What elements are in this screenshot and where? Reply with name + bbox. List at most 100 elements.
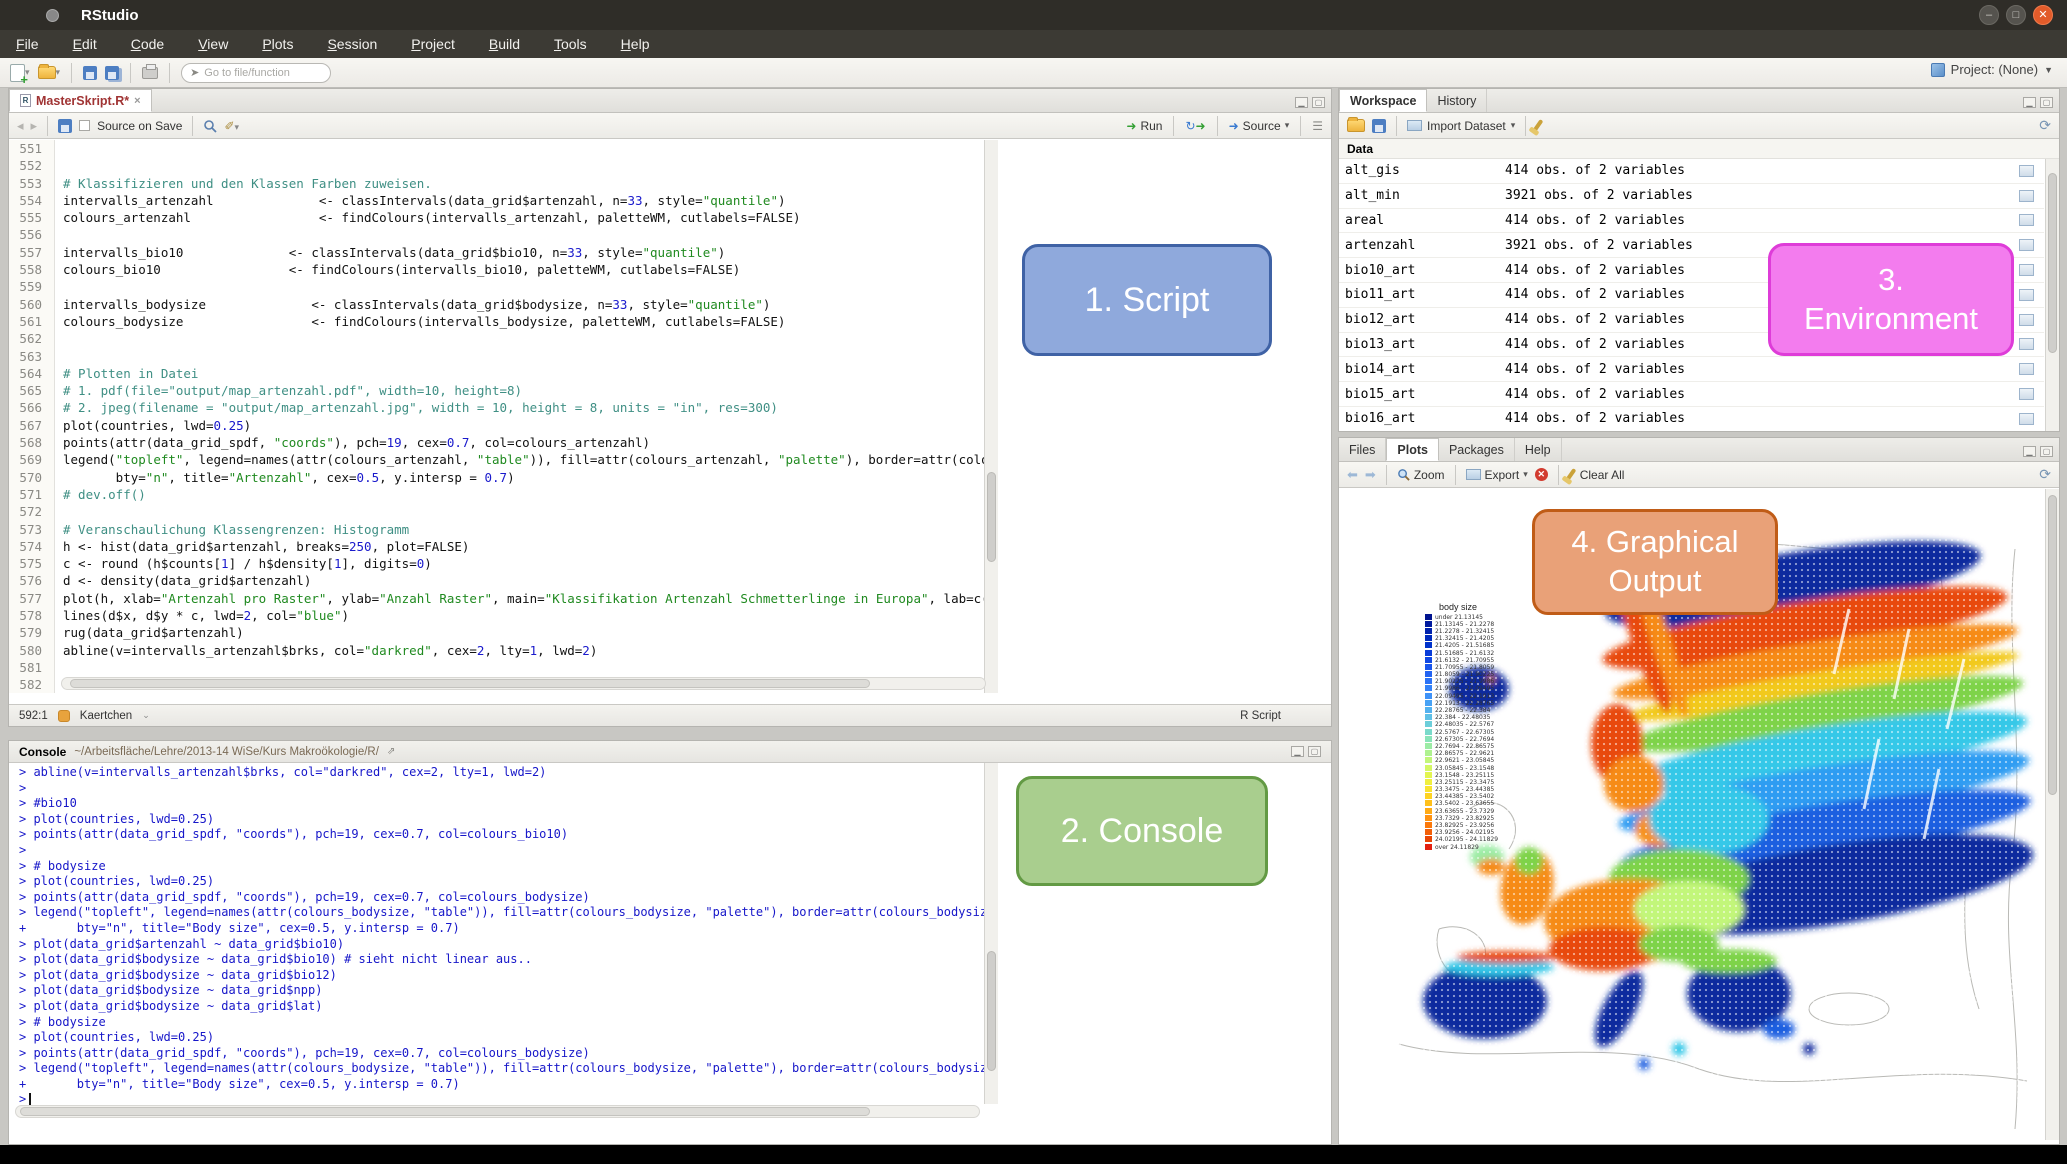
- view-data-grid-icon[interactable]: [2019, 363, 2034, 375]
- print-button[interactable]: [142, 63, 158, 83]
- tab-close-icon[interactable]: ×: [134, 95, 140, 107]
- import-dataset-button[interactable]: Import Dataset ▾: [1407, 119, 1515, 133]
- tab-workspace[interactable]: Workspace: [1339, 89, 1427, 112]
- menu-item[interactable]: Plots: [262, 36, 293, 52]
- console-output[interactable]: > abline(v=intervalls_artenzahl$brks, co…: [9, 763, 987, 1144]
- legend-swatch: [1425, 642, 1432, 648]
- previous-plot-icon[interactable]: ⬅: [1347, 467, 1358, 483]
- forward-icon[interactable]: ▸: [31, 118, 38, 134]
- view-data-grid-icon[interactable]: [2019, 264, 2034, 276]
- refresh-icon[interactable]: ⟳: [2039, 466, 2051, 483]
- legend-entry: 24.02195 - 24.11829: [1425, 836, 1545, 843]
- next-plot-icon[interactable]: ➡: [1365, 467, 1376, 483]
- view-data-grid-icon[interactable]: [2019, 338, 2034, 350]
- clear-all-broom-icon[interactable]: [1565, 468, 1576, 481]
- document-outline-icon[interactable]: ☰: [1312, 119, 1323, 133]
- menu-item[interactable]: Edit: [73, 36, 97, 52]
- view-data-grid-icon[interactable]: [2019, 413, 2034, 425]
- minimize-pane-icon[interactable]: ▁: [2023, 97, 2036, 108]
- workspace-object-row[interactable]: bio14_art 414 obs. of 2 variables: [1339, 357, 2044, 382]
- source-button[interactable]: ➜ Source ▾: [1229, 119, 1290, 133]
- legend-label: 22.5767 - 22.67305: [1435, 728, 1494, 735]
- open-in-files-icon[interactable]: ⇗: [387, 746, 395, 757]
- legend-swatch: [1425, 750, 1432, 756]
- menu-item[interactable]: Session: [327, 36, 377, 52]
- minimize-pane-icon[interactable]: ▁: [1291, 746, 1304, 757]
- remove-plot-icon[interactable]: ✕: [1535, 468, 1548, 481]
- maximize-button[interactable]: □: [2006, 5, 2026, 25]
- back-icon[interactable]: ◂: [17, 118, 24, 134]
- view-data-grid-icon[interactable]: [2019, 214, 2034, 226]
- tab-files[interactable]: Files: [1339, 438, 1386, 461]
- workspace-object-row[interactable]: alt_gis 414 obs. of 2 variables: [1339, 159, 2044, 184]
- minimize-pane-icon[interactable]: ▁: [1295, 97, 1308, 108]
- maximize-pane-icon[interactable]: ▢: [1308, 746, 1321, 757]
- menu-item[interactable]: Tools: [554, 36, 587, 52]
- menu-item[interactable]: Project: [411, 36, 455, 52]
- code-editor[interactable]: 551 552 553 # Klassifizieren und den Kla…: [9, 140, 987, 693]
- scope-selector[interactable]: Kaertchen: [80, 710, 132, 722]
- open-file-button[interactable]: ▾: [38, 63, 61, 83]
- goto-arrow-icon: ➤: [190, 66, 199, 79]
- export-plot-button[interactable]: Export ▾: [1466, 468, 1528, 482]
- workspace-object-row[interactable]: areal 414 obs. of 2 variables: [1339, 209, 2044, 234]
- save-icon[interactable]: [58, 119, 72, 133]
- minimize-pane-icon[interactable]: ▁: [2023, 446, 2036, 457]
- editor-horizontal-scrollbar[interactable]: [61, 677, 986, 690]
- workspace-vertical-scrollbar[interactable]: [2045, 159, 2059, 431]
- save-all-button[interactable]: [105, 63, 119, 83]
- editor-vertical-scrollbar[interactable]: [984, 140, 998, 693]
- console-horizontal-scrollbar[interactable]: [15, 1105, 980, 1118]
- goto-file-input[interactable]: ➤ Go to file/function: [181, 63, 331, 83]
- run-button[interactable]: ➜ Run: [1126, 119, 1162, 133]
- minimize-button[interactable]: –: [1979, 5, 1999, 25]
- menu-item[interactable]: File: [16, 36, 39, 52]
- view-data-grid-icon[interactable]: [2019, 388, 2034, 400]
- tab-history[interactable]: History: [1427, 89, 1487, 112]
- console-vertical-scrollbar[interactable]: [984, 763, 998, 1104]
- view-data-grid-icon[interactable]: [2019, 190, 2034, 202]
- view-data-grid-icon[interactable]: [2019, 165, 2034, 177]
- plots-vertical-scrollbar[interactable]: [2045, 489, 2059, 1140]
- workspace-object-row[interactable]: bio15_art 414 obs. of 2 variables: [1339, 382, 2044, 407]
- project-selector[interactable]: Project: (None) ▼: [1931, 62, 2053, 77]
- workspace-object-row[interactable]: bio16_art 414 obs. of 2 variables: [1339, 407, 2044, 431]
- menu-item[interactable]: Code: [131, 36, 164, 52]
- tab-plots[interactable]: Plots: [1386, 438, 1439, 461]
- maximize-pane-icon[interactable]: ▢: [2040, 446, 2053, 457]
- code-line: 573 # Veranschaulichung Klassengrenzen: …: [9, 521, 987, 538]
- legend-swatch: [1425, 729, 1432, 735]
- view-data-grid-icon[interactable]: [2019, 239, 2034, 251]
- source-on-save-checkbox[interactable]: [79, 120, 90, 131]
- file-type-selector[interactable]: R Script: [1240, 710, 1281, 722]
- view-data-grid-icon[interactable]: [2019, 314, 2034, 326]
- menu-item[interactable]: View: [198, 36, 228, 52]
- legend-swatch: [1425, 743, 1432, 749]
- code-line: 581: [9, 659, 987, 676]
- tab-packages[interactable]: Packages: [1439, 438, 1515, 461]
- zoom-plot-button[interactable]: Zoom: [1397, 468, 1445, 482]
- find-icon[interactable]: [203, 119, 217, 133]
- save-button[interactable]: [83, 63, 97, 83]
- maximize-pane-icon[interactable]: ▢: [1312, 97, 1325, 108]
- menu-item[interactable]: Help: [621, 36, 650, 52]
- code-tools-wand-icon[interactable]: ✐▾: [224, 119, 239, 133]
- console-line: > plot(countries, lwd=0.25): [19, 812, 987, 828]
- menu-item[interactable]: Build: [489, 36, 520, 52]
- line-number: 582: [9, 676, 55, 693]
- close-button[interactable]: ✕: [2033, 5, 2053, 25]
- clear-workspace-broom-icon[interactable]: [1533, 119, 1544, 132]
- legend-swatch: [1425, 664, 1432, 670]
- tab-help[interactable]: Help: [1515, 438, 1562, 461]
- save-workspace-icon[interactable]: [1372, 119, 1386, 133]
- refresh-icon[interactable]: ⟳: [2039, 117, 2051, 134]
- view-data-grid-icon[interactable]: [2019, 289, 2034, 301]
- rerun-icon[interactable]: ↻➜: [1185, 119, 1205, 133]
- workspace-object-row[interactable]: alt_min 3921 obs. of 2 variables: [1339, 184, 2044, 209]
- workspace-tab-strip: Workspace History ▁ ▢: [1339, 89, 2059, 113]
- clear-all-label[interactable]: Clear All: [1580, 468, 1625, 482]
- new-file-button[interactable]: ▾: [10, 63, 30, 83]
- maximize-pane-icon[interactable]: ▢: [2040, 97, 2053, 108]
- load-workspace-icon[interactable]: [1347, 119, 1365, 132]
- editor-tab[interactable]: R MasterSkript.R* ×: [9, 89, 152, 112]
